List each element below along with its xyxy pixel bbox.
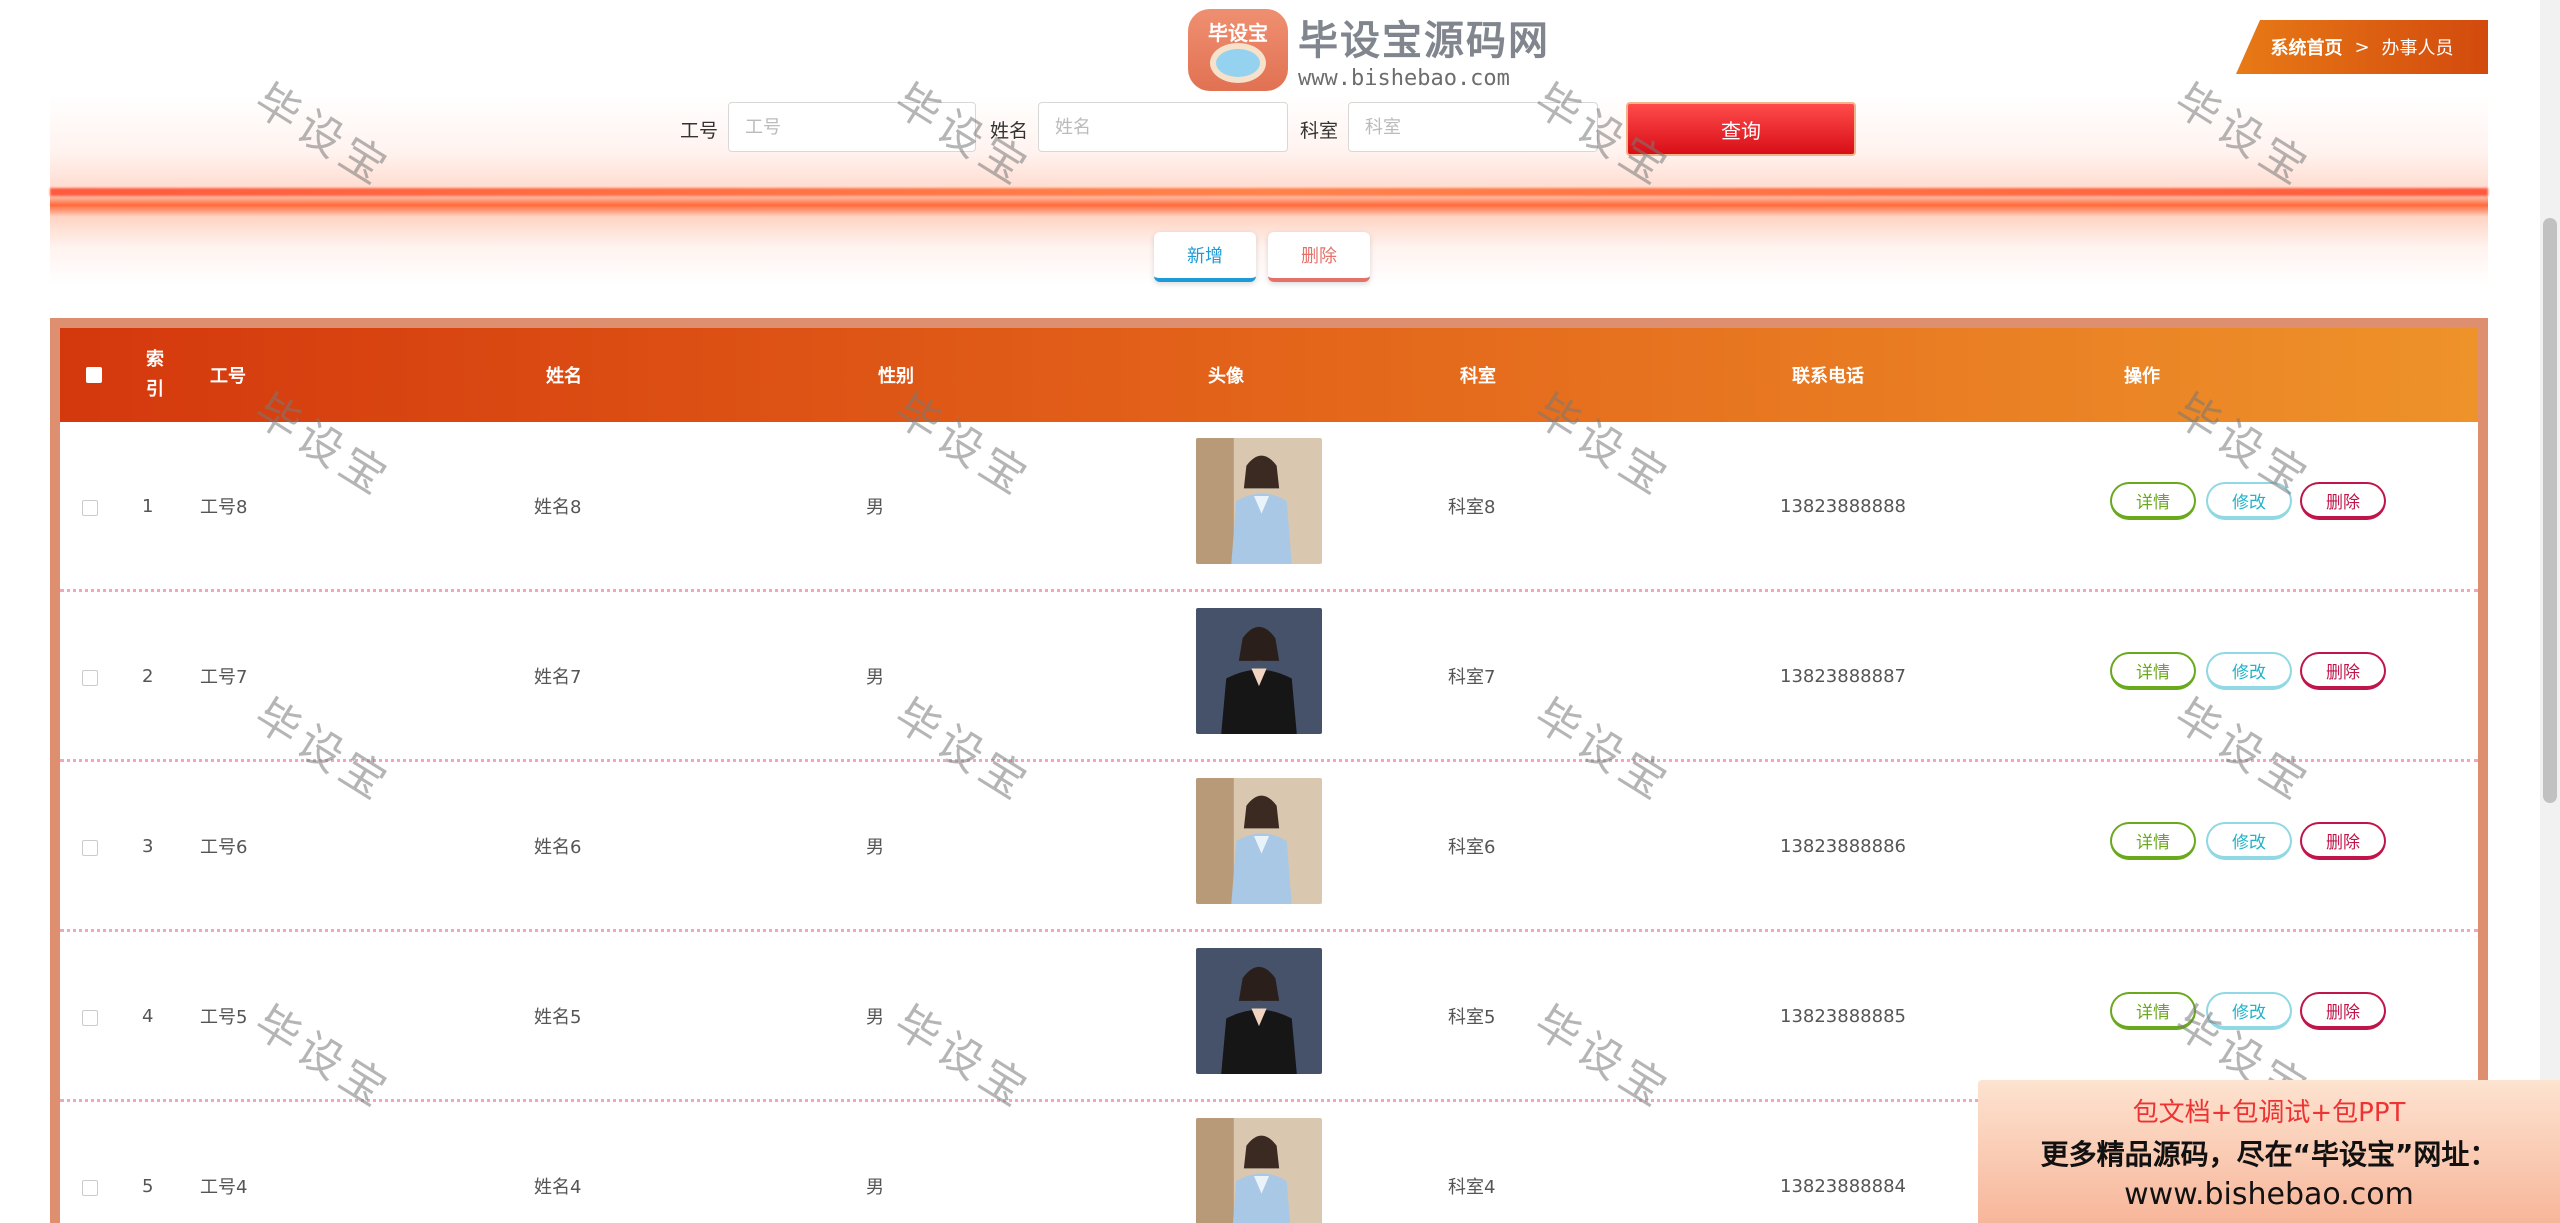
avatar-image [1196,608,1322,734]
cell-phone: 13823888887 [1780,665,1906,687]
avatar-image [1196,438,1322,564]
logo-name: 毕设宝源码网 [1298,18,1550,64]
department-input[interactable] [1348,102,1598,152]
avatar-image [1196,948,1322,1074]
table-row: 4 工号5 姓名5 男 科室5 13823888885 详情 修改 删除 [60,932,2478,1102]
name-input[interactable] [1038,102,1288,152]
row-checkbox[interactable] [82,670,98,686]
logo-badge-text: 毕设宝 [1208,20,1268,45]
cell-gender: 男 [866,667,884,688]
delete-button[interactable]: 删除 [2300,482,2386,520]
scrollbar-thumb[interactable] [2543,218,2557,803]
cell-staff-id: 工号4 [200,1177,248,1198]
staff-id-input[interactable] [728,102,976,152]
logo-face-icon [1210,42,1266,83]
row-checkbox[interactable] [82,1010,98,1026]
cell-name: 姓名4 [534,1177,582,1198]
cell-phone: 13823888888 [1780,495,1906,517]
cell-index: 1 [142,495,154,517]
table-header: 索引 工号 姓名 性别 头像 科室 联系电话 操作 [60,328,2478,422]
cell-phone: 13823888886 [1780,835,1906,857]
breadcrumb: 系统首页 > 办事人员 [2236,20,2488,74]
decorative-band-line [50,188,2488,196]
cell-staff-id: 工号5 [200,1007,248,1028]
avatar-image [1196,778,1322,904]
edit-button[interactable]: 修改 [2206,482,2292,520]
cell-department: 科室4 [1448,1177,1496,1198]
site-logo: 毕设宝 毕设宝源码网 www.bishebao.com [1188,8,1550,91]
cell-index: 3 [142,835,154,857]
row-checkbox[interactable] [82,500,98,516]
edit-button[interactable]: 修改 [2206,822,2292,860]
header-name: 姓名 [546,366,582,387]
cell-staff-id: 工号8 [200,497,248,518]
cell-department: 科室5 [1448,1007,1496,1028]
detail-button[interactable]: 详情 [2110,482,2196,520]
avatar-image [1196,1118,1322,1223]
cell-department: 科室7 [1448,667,1496,688]
search-form: 工号 姓名 科室 查询 [0,102,2560,156]
table-row: 3 工号6 姓名6 男 科室6 13823888886 详情 修改 删除 [60,762,2478,932]
detail-button[interactable]: 详情 [2110,822,2196,860]
cell-gender: 男 [866,1007,884,1028]
breadcrumb-home[interactable]: 系统首页 [2270,34,2342,60]
batch-delete-button[interactable]: 删除 [1268,232,1370,282]
cell-staff-id: 工号6 [200,837,248,858]
cell-phone: 13823888884 [1780,1175,1906,1197]
cell-name: 姓名5 [534,1007,582,1028]
promo-line-1: 包文档+包调试+包PPT [2132,1097,2406,1128]
delete-button[interactable]: 删除 [2300,822,2386,860]
header-operation: 操作 [2124,366,2160,387]
header-phone: 联系电话 [1792,366,1864,387]
header-avatar: 头像 [1208,366,1244,387]
page: 毕设宝 毕设宝源码网 www.bishebao.com 系统首页 > 办事人员 … [0,0,2560,1223]
promo-banner[interactable]: 包文档+包调试+包PPT 更多精品源码，尽在“毕设宝”网址： www.bishe… [1978,1080,2560,1223]
table-row: 1 工号8 姓名8 男 科室8 13823888888 详情 修改 删除 [60,422,2478,592]
detail-button[interactable]: 详情 [2110,992,2196,1030]
logo-url: www.bishebao.com [1298,66,1510,91]
delete-button[interactable]: 删除 [2300,652,2386,690]
header-index: 索引 [146,349,164,400]
department-label: 科室 [1300,120,1339,142]
edit-button[interactable]: 修改 [2206,992,2292,1030]
header-gender: 性别 [878,366,914,387]
breadcrumb-separator: > [2354,36,2370,58]
logo-text: 毕设宝源码网 www.bishebao.com [1298,8,1550,91]
cell-department: 科室6 [1448,837,1496,858]
cell-name: 姓名8 [534,497,582,518]
query-button[interactable]: 查询 [1626,102,1856,156]
cell-gender: 男 [866,497,884,518]
cell-index: 4 [142,1005,154,1027]
header-department: 科室 [1460,366,1496,387]
breadcrumb-current: 办事人员 [2381,38,2454,59]
table-row: 2 工号7 姓名7 男 科室7 13823888887 详情 修改 删除 [60,592,2478,762]
delete-button[interactable]: 删除 [2300,992,2386,1030]
row-checkbox[interactable] [82,840,98,856]
cell-name: 姓名7 [534,667,582,688]
promo-line-3: www.bishebao.com [2124,1176,2414,1212]
cell-index: 2 [142,665,154,687]
add-button[interactable]: 新增 [1154,232,1256,282]
row-checkbox[interactable] [82,1180,98,1196]
cell-name: 姓名6 [534,837,582,858]
cell-department: 科室8 [1448,497,1496,518]
page-scrollbar[interactable] [2540,0,2560,1223]
cell-phone: 13823888885 [1780,1005,1906,1027]
cell-staff-id: 工号7 [200,667,248,688]
name-label: 姓名 [990,120,1029,142]
logo-badge-icon: 毕设宝 [1188,8,1288,91]
edit-button[interactable]: 修改 [2206,652,2292,690]
detail-button[interactable]: 详情 [2110,652,2196,690]
select-all-checkbox[interactable] [86,367,102,383]
cell-index: 5 [142,1175,154,1197]
promo-line-2: 更多精品源码，尽在“毕设宝”网址： [2040,1137,2498,1171]
cell-gender: 男 [866,837,884,858]
cell-gender: 男 [866,1177,884,1198]
header-staff-id: 工号 [210,366,246,387]
staff-id-label: 工号 [680,120,719,142]
